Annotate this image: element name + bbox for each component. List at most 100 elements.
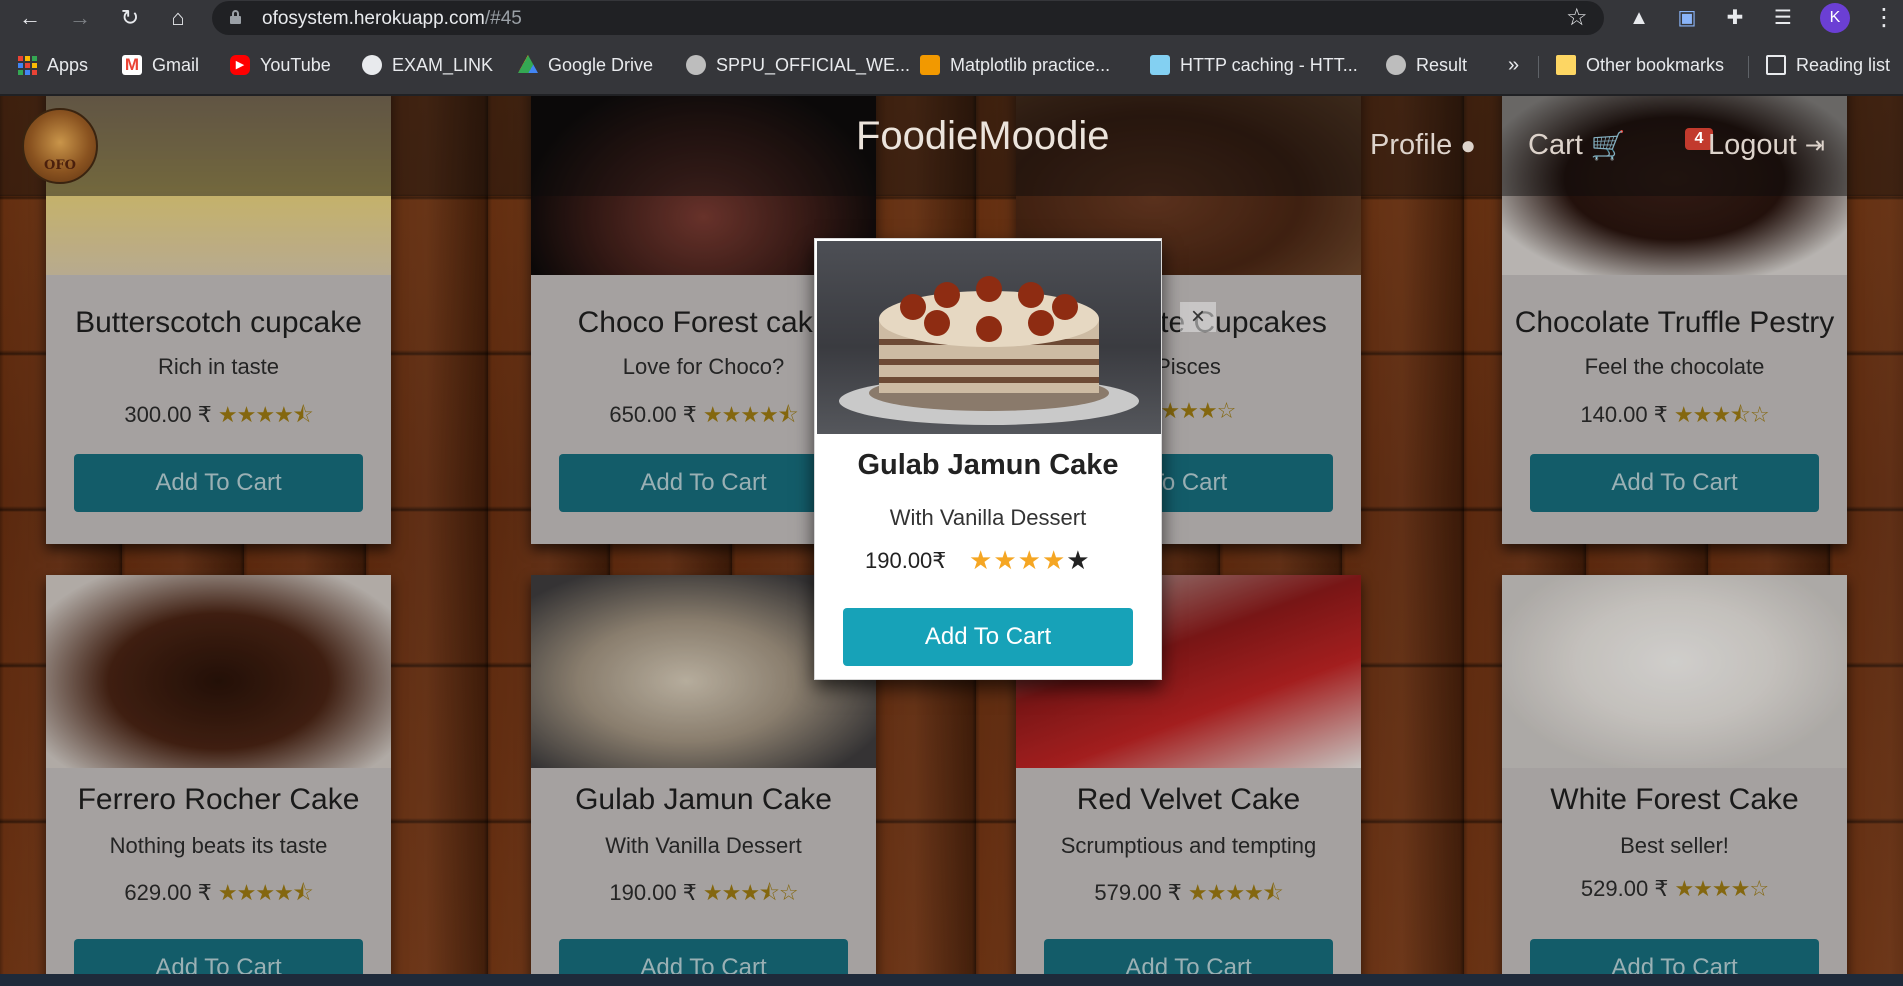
folder-icon xyxy=(1556,55,1576,75)
star-filled-icon: ★ xyxy=(993,545,1018,575)
notebook-icon xyxy=(920,55,940,75)
product-image-white-forest-cake[interactable] xyxy=(1502,575,1847,768)
brand-title[interactable]: FoodieMoodie xyxy=(856,114,1110,159)
bookmarks-divider xyxy=(1748,56,1749,78)
add-to-cart-button[interactable]: Add To Cart xyxy=(559,939,848,974)
add-to-cart-button[interactable]: Add To Cart xyxy=(1530,454,1819,512)
product-card: White Forest Cake Best seller! 529.00 ₹ … xyxy=(1502,575,1847,974)
nav-label: Cart xyxy=(1528,129,1583,161)
add-to-cart-button[interactable]: Add To Cart xyxy=(1044,939,1333,974)
apps-grid-icon xyxy=(18,55,37,75)
shopping-cart-icon: 🛒 xyxy=(1590,130,1626,161)
bookmark-label: Reading list xyxy=(1796,54,1891,75)
product-description: With Vanilla Dessert xyxy=(605,833,802,858)
rating-stars: ★★★★⯪ xyxy=(1187,880,1284,905)
nav-profile[interactable]: Profile ● xyxy=(1370,129,1476,162)
profile-avatar[interactable]: K xyxy=(1820,3,1850,33)
menu-kebab-icon[interactable]: ⋮ xyxy=(1872,3,1896,32)
product-title: Butterscotch cupcake xyxy=(75,306,362,339)
product-card: Ferrero Rocher Cake Nothing beats its ta… xyxy=(46,575,391,974)
rating-stars: ★★★★⯪ xyxy=(217,402,314,427)
bookmark-http-caching[interactable]: HTTP caching - HTT... xyxy=(1150,53,1358,77)
product-price: 579.00 ₹ ★★★★⯪ xyxy=(1094,880,1284,905)
product-image-ferrero-cake[interactable] xyxy=(46,575,391,768)
product-title: Gulab Jamun Cake xyxy=(575,783,832,816)
home-icon[interactable]: ⌂ xyxy=(164,4,192,32)
sppu-seal-icon xyxy=(686,55,706,75)
ofo-logo[interactable]: OFO xyxy=(22,108,98,184)
modal-close-icon[interactable]: × xyxy=(1180,302,1216,332)
bookmarks-bar: Apps M Gmail ▶ YouTube EXAM_LINK Google … xyxy=(0,36,1903,95)
rating-stars: ★★★★☆ xyxy=(1674,876,1769,901)
product-description: Best seller! xyxy=(1620,833,1729,858)
extensions-puzzle-icon[interactable]: ✚ xyxy=(1722,5,1748,31)
bookmark-sppu[interactable]: SPPU_OFFICIAL_WE... xyxy=(686,53,910,77)
bookmark-youtube[interactable]: ▶ YouTube xyxy=(230,53,331,77)
add-to-cart-button[interactable]: Add To Cart xyxy=(74,939,363,974)
product-description: Feel the chocolate xyxy=(1584,354,1765,379)
bookmarks-overflow-chevron[interactable]: » xyxy=(1508,53,1519,77)
sppu-seal-icon xyxy=(1386,55,1406,75)
screen-extension-icon[interactable]: ▣ xyxy=(1674,5,1700,31)
product-price: 190.00 ₹ ★★★⯪☆ xyxy=(609,880,799,905)
drive-extension-icon[interactable]: ▲ xyxy=(1626,5,1652,31)
nav-label: Profile xyxy=(1370,129,1453,161)
product-price: 140.00 ₹ ★★★⯪☆ xyxy=(1580,402,1769,427)
url-text[interactable]: ofosystem.herokuapp.com/#45 xyxy=(262,8,522,30)
media-queue-icon[interactable]: ☰ xyxy=(1770,5,1796,31)
product-price: 300.00 ₹ ★★★★⯪ xyxy=(124,402,314,427)
product-description: Scrumptious and tempting xyxy=(1060,833,1317,858)
os-taskbar xyxy=(0,974,1903,986)
bookmark-apps[interactable]: Apps xyxy=(18,53,88,77)
bookmark-star-icon[interactable]: ☆ xyxy=(1566,3,1588,32)
modal-description: With Vanilla Dessert xyxy=(889,505,1087,530)
reading-list[interactable]: Reading list xyxy=(1766,53,1890,77)
youtube-icon: ▶ xyxy=(230,55,250,75)
browser-toolbar: ← → ↻ ⌂ ofosystem.herokuapp.com/#45 ☆ ▲ … xyxy=(0,0,1903,36)
back-arrow-icon[interactable]: ← xyxy=(16,4,44,32)
add-to-cart-button[interactable]: Add To Cart xyxy=(1530,939,1819,974)
bookmark-google-drive[interactable]: Google Drive xyxy=(518,53,653,77)
bookmark-label: Result xyxy=(1416,54,1468,75)
reading-list-icon xyxy=(1766,55,1786,75)
rating-stars: ★★★★⯪ xyxy=(217,880,314,905)
mdn-icon xyxy=(1150,55,1170,75)
star-filled-icon: ★ xyxy=(1041,545,1067,575)
product-title: Ferrero Rocher Cake xyxy=(77,783,360,816)
nav-logout[interactable]: Logout ⇥ xyxy=(1708,129,1825,162)
bookmark-gmail[interactable]: M Gmail xyxy=(122,53,199,77)
bookmarks-divider xyxy=(1538,56,1539,78)
reload-icon[interactable]: ↻ xyxy=(116,4,144,32)
product-price: 529.00 ₹ ★★★★☆ xyxy=(1580,876,1769,901)
nav-cart[interactable]: Cart 🛒 xyxy=(1528,129,1626,162)
address-bar[interactable]: ofosystem.herokuapp.com/#45 xyxy=(212,1,1604,35)
product-price: 629.00 ₹ ★★★★⯪ xyxy=(124,880,314,905)
lock-icon[interactable] xyxy=(230,10,241,24)
sign-out-icon: ⇥ xyxy=(1804,132,1825,159)
bookmark-label: YouTube xyxy=(260,54,331,75)
site-navbar: OFO FoodieMoodie Profile ● Cart 🛒 4 Logo… xyxy=(0,96,1903,196)
rating-stars: ★★★⯪☆ xyxy=(702,880,799,905)
star-filled-icon: ★ xyxy=(1017,545,1042,575)
star-empty-icon: ★ xyxy=(1066,545,1091,575)
product-description: Rich in taste xyxy=(157,354,280,379)
other-bookmarks[interactable]: Other bookmarks xyxy=(1556,53,1724,77)
add-to-cart-button[interactable]: Add To Cart xyxy=(74,454,363,512)
forward-arrow-icon[interactable]: → xyxy=(66,4,94,32)
bookmark-result[interactable]: Result xyxy=(1386,53,1467,77)
google-drive-icon xyxy=(518,55,538,73)
bookmark-exam-link[interactable]: EXAM_LINK xyxy=(362,53,493,77)
bookmark-label: Gmail xyxy=(152,54,200,75)
add-to-cart-button[interactable]: Add To Cart xyxy=(559,454,848,512)
product-title: White Forest Cake xyxy=(1550,783,1799,816)
modal-price: 190.00₹ xyxy=(865,548,947,573)
globe-icon xyxy=(362,55,382,75)
modal-product-image xyxy=(817,241,1161,434)
modal-rating-stars: ★★★★★ xyxy=(969,545,1091,576)
bookmark-matplotlib[interactable]: Matplotlib practice... xyxy=(920,53,1110,77)
gmail-icon: M xyxy=(122,55,142,75)
star-filled-icon: ★ xyxy=(969,545,994,575)
bookmark-label: Google Drive xyxy=(548,54,654,75)
nav-label: Logout xyxy=(1708,129,1797,161)
modal-add-to-cart-button[interactable]: Add To Cart xyxy=(843,608,1133,666)
